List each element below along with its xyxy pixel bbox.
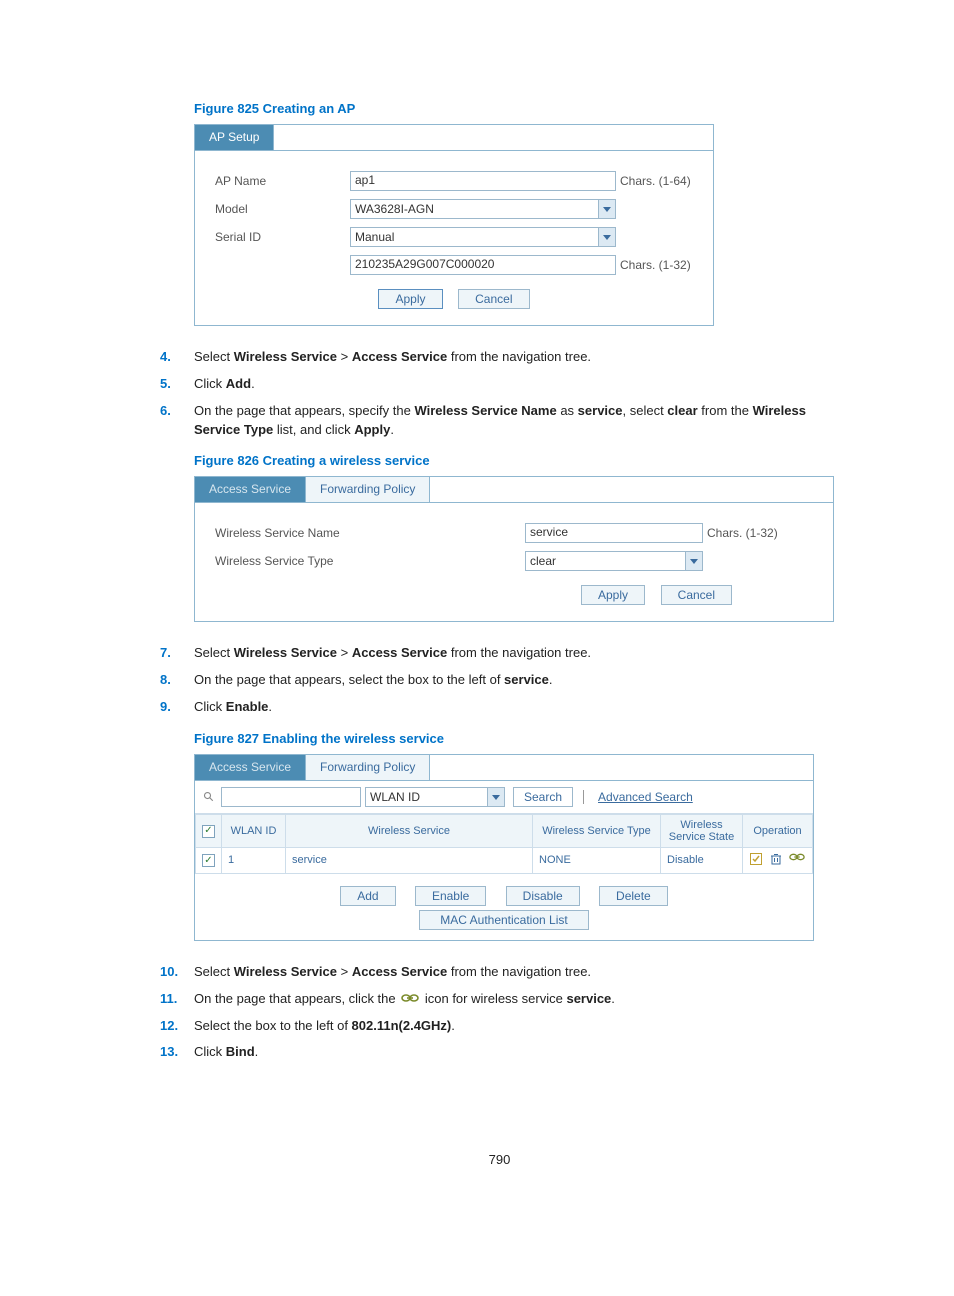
wireless-service-name-input[interactable]: service	[525, 523, 703, 543]
model-label: Model	[215, 202, 350, 216]
cancel-button[interactable]: Cancel	[661, 585, 732, 605]
step-4-number: 4.	[160, 348, 194, 367]
step-8-number: 8.	[160, 671, 194, 690]
cell-type: NONE	[533, 847, 661, 873]
figure-827-caption: Figure 827 Enabling the wireless service	[194, 731, 839, 746]
figure-825-caption: Figure 825 Creating an AP	[194, 101, 839, 116]
step-13-text: Click Bind.	[194, 1043, 839, 1062]
step-4-text: Select Wireless Service > Access Service…	[194, 348, 839, 367]
cell-wlan-id: 1	[222, 847, 286, 873]
wireless-service-type-select[interactable]: clear	[525, 551, 703, 571]
select-all-checkbox[interactable]: ✓	[202, 825, 215, 838]
serial-id-select[interactable]: Manual	[350, 227, 616, 247]
col-wireless-service-state: Wireless Service State	[661, 814, 743, 847]
search-icon	[201, 789, 217, 805]
model-select[interactable]: WA3628I-AGN	[350, 199, 616, 219]
apply-button[interactable]: Apply	[581, 585, 645, 605]
link-icon[interactable]	[789, 852, 803, 866]
step-12-text: Select the box to the left of 802.11n(2.…	[194, 1017, 839, 1036]
forwarding-policy-tab[interactable]: Forwarding Policy	[306, 755, 430, 780]
access-service-tab[interactable]: Access Service	[195, 477, 306, 502]
search-field-select[interactable]: WLAN ID	[365, 787, 505, 807]
advanced-search-link[interactable]: Advanced Search	[598, 790, 693, 804]
ap-name-hint: Chars. (1-64)	[620, 174, 691, 188]
step-11-text: On the page that appears, click the icon…	[194, 990, 839, 1009]
search-text-input[interactable]	[221, 787, 361, 807]
serial-id-hint: Chars. (1-32)	[620, 258, 691, 272]
trash-icon[interactable]	[769, 852, 783, 866]
step-6-text: On the page that appears, specify the Wi…	[194, 402, 839, 440]
delete-button[interactable]: Delete	[599, 886, 668, 906]
ap-setup-tab[interactable]: AP Setup	[195, 125, 274, 150]
forwarding-policy-tab[interactable]: Forwarding Policy	[306, 477, 430, 502]
access-service-tab[interactable]: Access Service	[195, 755, 306, 780]
col-wireless-service: Wireless Service	[286, 814, 533, 847]
search-button[interactable]: Search	[513, 787, 573, 807]
step-5-number: 5.	[160, 375, 194, 394]
enable-button[interactable]: Enable	[415, 886, 486, 906]
step-11-number: 11.	[160, 990, 194, 1009]
figure-826-screenshot: Access Service Forwarding Policy Wireles…	[194, 476, 834, 622]
wireless-service-name-hint: Chars. (1-32)	[707, 526, 778, 540]
wireless-service-type-label: Wireless Service Type	[215, 554, 525, 568]
wireless-service-table: ✓ WLAN ID Wireless Service Wireless Serv…	[195, 814, 813, 874]
step-12-number: 12.	[160, 1017, 194, 1036]
cell-state: Disable	[661, 847, 743, 873]
link-icon	[401, 993, 419, 1005]
step-13-number: 13.	[160, 1043, 194, 1062]
ap-name-label: AP Name	[215, 174, 350, 188]
step-7-number: 7.	[160, 644, 194, 663]
page-number: 790	[160, 1152, 839, 1167]
cell-service: service	[286, 847, 533, 873]
add-button[interactable]: Add	[340, 886, 395, 906]
edit-icon[interactable]	[749, 852, 763, 866]
row-checkbox[interactable]: ✓	[202, 854, 215, 867]
ap-name-input[interactable]: ap1	[350, 171, 616, 191]
step-6-number: 6.	[160, 402, 194, 440]
step-9-number: 9.	[160, 698, 194, 717]
step-10-number: 10.	[160, 963, 194, 982]
serial-id-label: Serial ID	[215, 230, 350, 244]
step-9-text: Click Enable.	[194, 698, 839, 717]
table-row: ✓ 1 service NONE Disable	[196, 847, 813, 873]
step-7-text: Select Wireless Service > Access Service…	[194, 644, 839, 663]
figure-827-screenshot: Access Service Forwarding Policy WLAN ID…	[194, 754, 814, 941]
step-10-text: Select Wireless Service > Access Service…	[194, 963, 839, 982]
disable-button[interactable]: Disable	[506, 886, 580, 906]
col-wlan-id: WLAN ID	[222, 814, 286, 847]
col-wireless-service-type: Wireless Service Type	[533, 814, 661, 847]
cancel-button[interactable]: Cancel	[458, 289, 529, 309]
figure-825-screenshot: AP Setup AP Name ap1 Chars. (1-64) Model…	[194, 124, 714, 326]
wireless-service-name-label: Wireless Service Name	[215, 526, 525, 540]
col-operation: Operation	[743, 814, 813, 847]
figure-826-caption: Figure 826 Creating a wireless service	[194, 453, 839, 468]
serial-id-input[interactable]: 210235A29G007C000020	[350, 255, 616, 275]
step-5-text: Click Add.	[194, 375, 839, 394]
step-8-text: On the page that appears, select the box…	[194, 671, 839, 690]
mac-auth-list-button[interactable]: MAC Authentication List	[419, 910, 588, 930]
apply-button[interactable]: Apply	[378, 289, 442, 309]
